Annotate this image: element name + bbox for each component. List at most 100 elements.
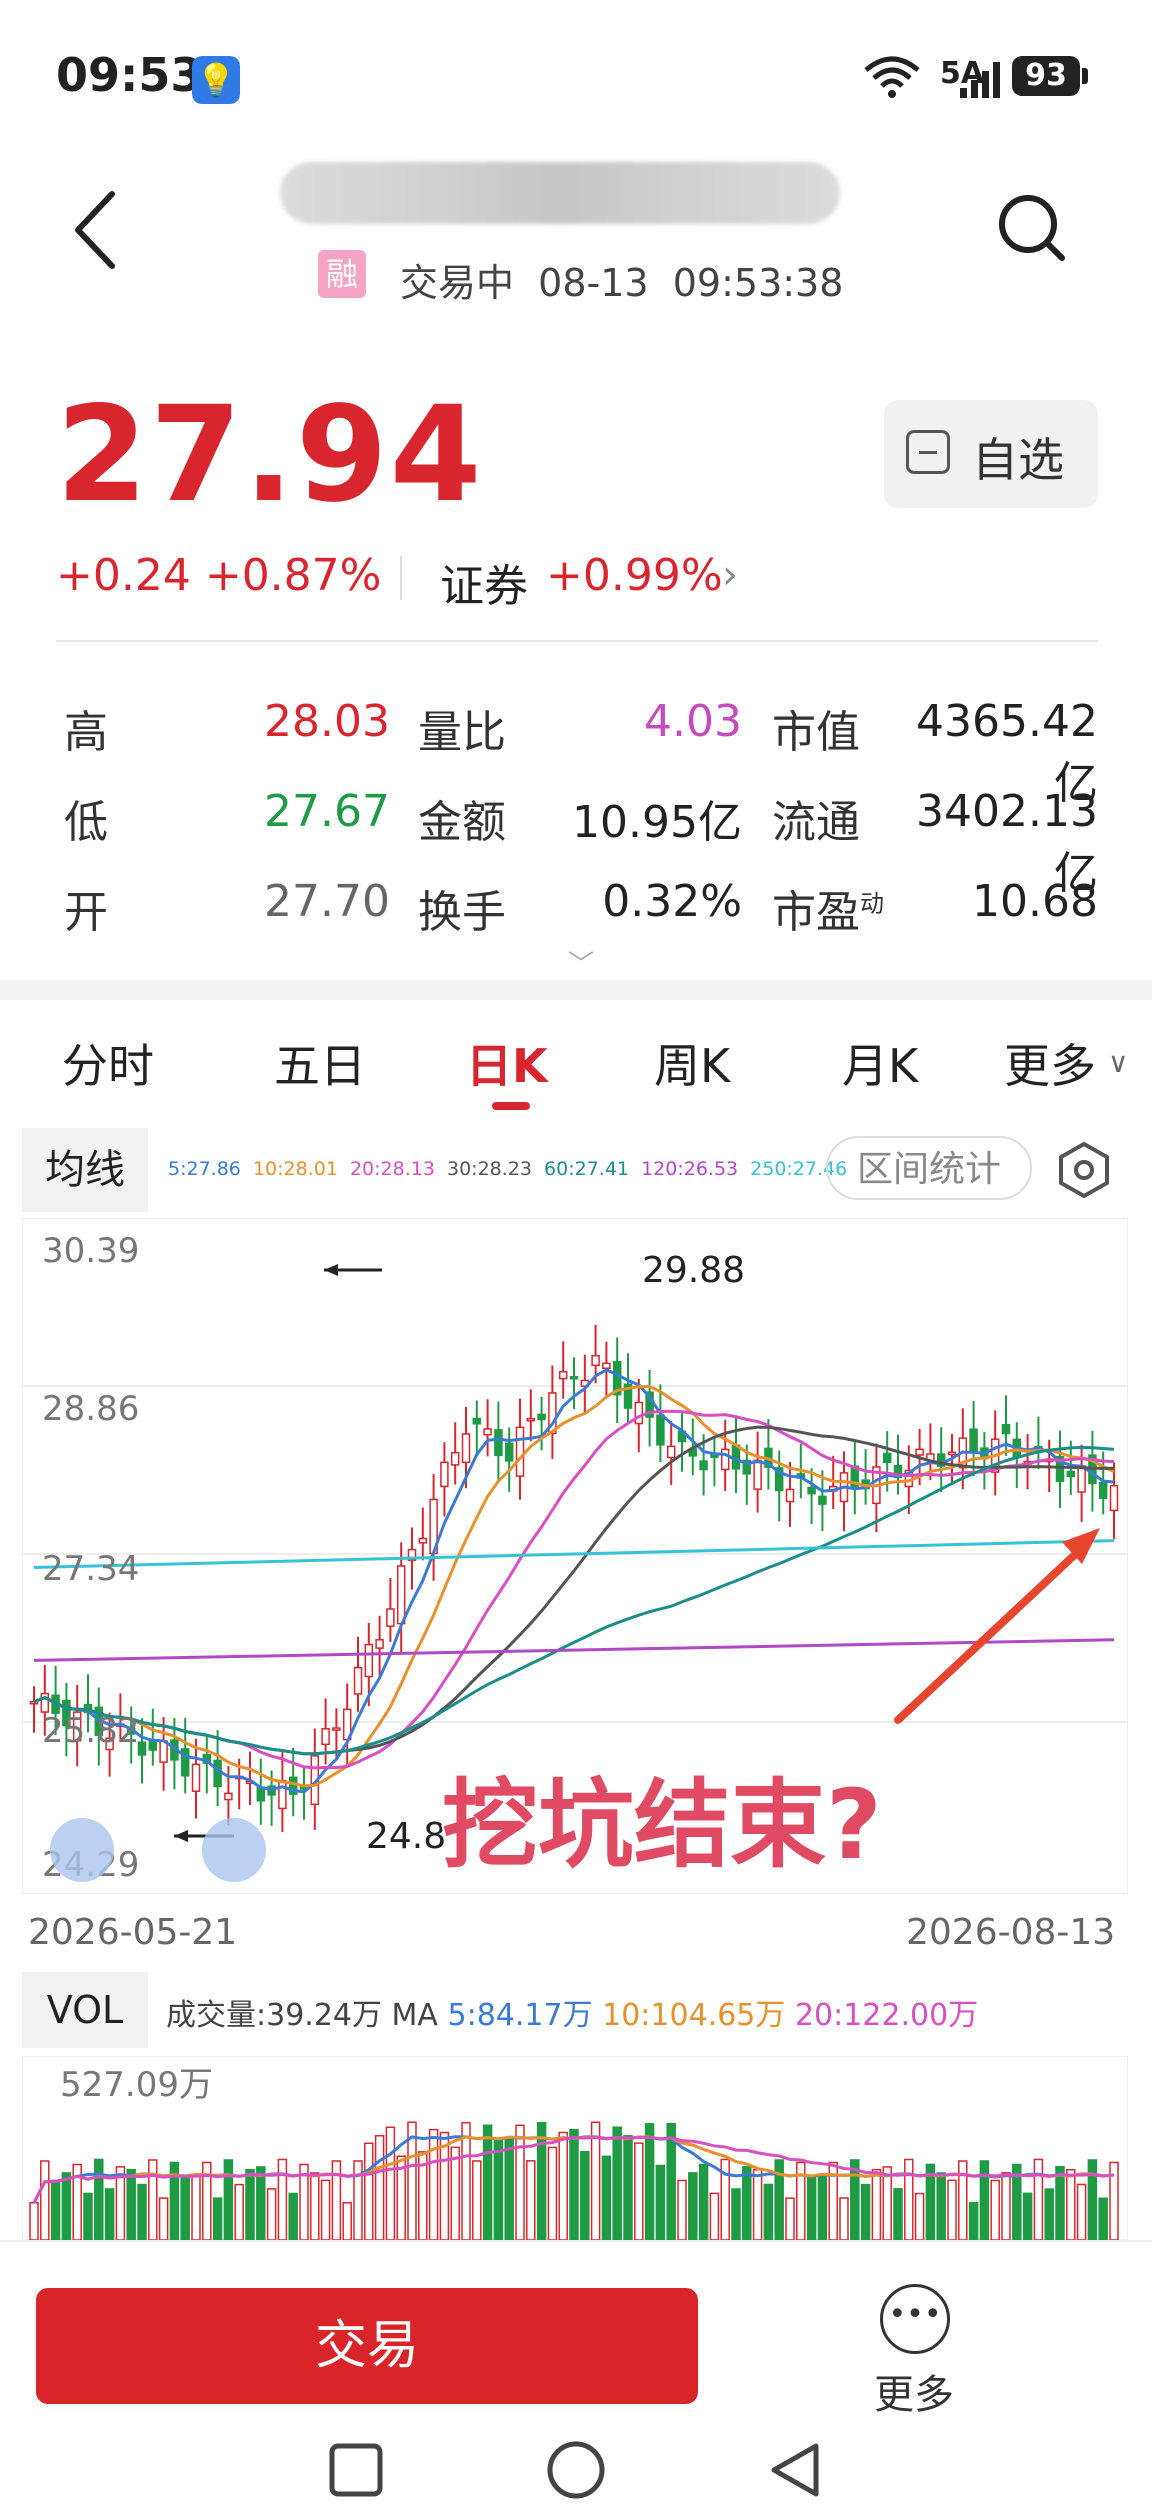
volume-bar: [860, 2183, 871, 2240]
sector-change[interactable]: +0.99%: [546, 550, 723, 601]
back-triangle-icon[interactable]: [766, 2440, 826, 2504]
candle-body: [1109, 1484, 1119, 1512]
candle-body: [882, 1452, 892, 1464]
sector-name[interactable]: 证券: [440, 550, 528, 614]
candle-body: [504, 1442, 514, 1462]
volume-bar: [623, 2135, 633, 2240]
high-value: 28.03: [264, 696, 390, 747]
volume-bar: [256, 2166, 266, 2240]
more-dots-icon[interactable]: •••: [880, 2284, 950, 2354]
volume-bar: [461, 2122, 471, 2240]
y-tick-label: 25.82: [42, 1711, 139, 1751]
vol-ma5: 5:84.17万: [447, 1998, 593, 2033]
tab-more[interactable]: 更多: [1004, 1030, 1096, 1096]
range-stats-button[interactable]: 区间统计: [826, 1136, 1032, 1200]
volume-bar: [817, 2175, 828, 2240]
volume-bar: [385, 2126, 396, 2240]
chevron-right-icon[interactable]: ›: [722, 552, 738, 598]
tab-daily-k[interactable]: 日K: [466, 1030, 548, 1096]
volume-bar: [40, 2160, 50, 2240]
volume-bar: [990, 2179, 1000, 2240]
search-icon[interactable]: [996, 192, 1068, 264]
min-price-label: 24.8: [366, 1816, 446, 1857]
candle-body: [699, 1460, 708, 1471]
chevron-down-icon[interactable]: ∨: [1108, 1046, 1129, 1079]
tab-intraday[interactable]: 分时: [62, 1030, 154, 1096]
volume-bar: [439, 2131, 450, 2240]
volume-bar: [450, 2146, 460, 2240]
candle-body: [569, 1376, 579, 1380]
volume-bar: [1087, 2159, 1098, 2240]
volume-bar: [893, 2188, 903, 2240]
volume-bar: [310, 2172, 320, 2240]
settings-hexagon-icon[interactable]: [1054, 1140, 1114, 1200]
candle-body: [666, 1445, 676, 1459]
volume-bar: [763, 2183, 774, 2240]
volume-bar: [223, 2159, 234, 2240]
volume-bar: [137, 2183, 147, 2240]
volume-bar: [634, 2142, 644, 2240]
float-label: 流通: [772, 797, 860, 848]
vol-ratio-label: 量比: [418, 707, 506, 758]
high-label: 高: [64, 707, 108, 758]
back-arrow-icon[interactable]: [70, 190, 120, 270]
volume-bar: [947, 2179, 957, 2240]
volume-bar: [1033, 2158, 1044, 2240]
fullscreen-icon[interactable]: [202, 1818, 266, 1882]
kline-chart[interactable]: 30.39 28.86 27.34 25.82 24.29 29.88 24.8…: [22, 1218, 1128, 1894]
more-label[interactable]: 更多: [874, 2362, 954, 2420]
volume-bar: [547, 2146, 558, 2240]
vol-ratio-value: 4.03: [644, 696, 742, 747]
volume-bar: [806, 2175, 817, 2240]
tab-monthly-k[interactable]: 月K: [842, 1030, 918, 1096]
low-label: 低: [64, 797, 108, 848]
candle-body: [213, 1759, 222, 1788]
vol-values: 成交量:39.24万 MA 5:84.17万 10:104.65万 20:122…: [166, 1990, 978, 2034]
candle-body: [634, 1401, 644, 1425]
pe-value: 10.68: [972, 876, 1098, 927]
volume-bar: [731, 2188, 741, 2240]
volume-bar: [61, 2172, 72, 2240]
ma120-value: 120:26.53: [641, 1158, 739, 1180]
candle-body: [807, 1486, 816, 1495]
candle-body: [353, 1666, 363, 1695]
candle-body: [137, 1741, 147, 1756]
vol-ma10: 10:104.65万: [602, 1998, 786, 2033]
amount-value: 10.95亿: [572, 797, 742, 848]
volume-bar: [742, 2166, 752, 2240]
trade-button[interactable]: 交易: [36, 2288, 698, 2404]
candle-body: [1001, 1423, 1011, 1435]
volume-bar: [364, 2142, 374, 2240]
candle-body: [720, 1448, 730, 1471]
battery-level: 93: [1012, 56, 1080, 96]
draw-tool-icon[interactable]: [50, 1818, 114, 1882]
vol-total: 成交量:39.24万: [166, 1998, 382, 2033]
ma10-value: 10:28.01: [252, 1158, 338, 1180]
open-value: 27.70: [264, 876, 390, 927]
candle-body: [1098, 1481, 1108, 1499]
recent-apps-icon[interactable]: [326, 2440, 386, 2504]
volume-chart[interactable]: 527.09万: [22, 2056, 1128, 2240]
candle-body: [364, 1643, 374, 1678]
volume-bar: [914, 2192, 925, 2240]
ma-tag[interactable]: 均线: [22, 1128, 148, 1212]
vol-ma-prefix: MA: [391, 1998, 438, 2033]
volume-bar: [1066, 2169, 1076, 2240]
vol-tag[interactable]: VOL: [22, 1972, 148, 2048]
expand-chevron-icon[interactable]: ﹀: [568, 944, 594, 981]
ma30-value: 30:28.23: [447, 1158, 532, 1180]
volume-bar: [277, 2158, 288, 2240]
home-icon[interactable]: [546, 2440, 606, 2504]
candle-body: [483, 1428, 492, 1436]
volume-bar: [569, 2128, 579, 2240]
volume-bar: [839, 2197, 849, 2240]
annotation-text: 挖坑结束?: [442, 1769, 882, 1881]
y-tick-label: 28.86: [42, 1389, 139, 1429]
volume-bar: [785, 2197, 795, 2240]
tab-five-day[interactable]: 五日: [274, 1030, 366, 1096]
tab-weekly-k[interactable]: 周K: [654, 1030, 730, 1096]
volume-bar: [580, 2150, 590, 2240]
candle-body: [321, 1728, 330, 1746]
candle-body: [710, 1454, 719, 1458]
ma20-value: 20:28.13: [349, 1158, 435, 1180]
